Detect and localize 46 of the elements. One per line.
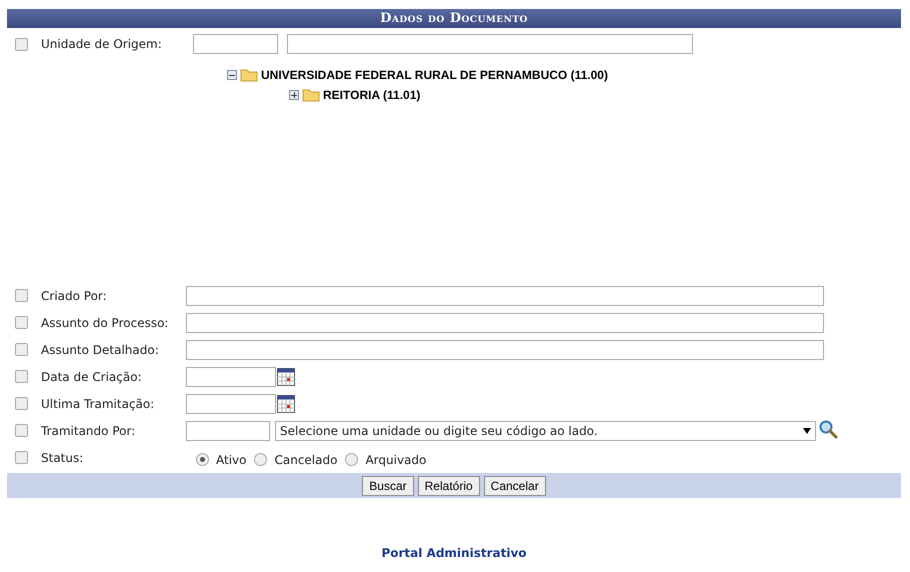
input-field[interactable] xyxy=(186,312,824,332)
field-label: Assunto Detalhado: xyxy=(41,342,160,358)
input-field[interactable] xyxy=(193,34,278,54)
tree-item[interactable]: REITORIA (11.01) xyxy=(323,86,420,104)
radio-label: Ativo xyxy=(216,452,246,468)
field-label: Status: xyxy=(41,450,84,466)
field-label: Criado Por: xyxy=(41,288,108,304)
input-field[interactable] xyxy=(287,34,693,54)
expand-icon[interactable] xyxy=(289,90,299,100)
checkbox[interactable] xyxy=(15,289,28,302)
form-button[interactable]: Cancelar xyxy=(484,476,546,496)
folder-icon xyxy=(302,88,320,102)
input-field[interactable] xyxy=(186,286,824,306)
field-label: Tramitando Por: xyxy=(41,422,136,440)
radio-button[interactable] xyxy=(196,453,209,466)
radio-label: Arquivado xyxy=(365,452,426,468)
checkbox[interactable] xyxy=(15,397,28,410)
search-icon[interactable] xyxy=(818,418,838,438)
unit-select[interactable]: Selecione uma unidade ou digite seu código ao lado. xyxy=(275,420,816,440)
checkbox[interactable] xyxy=(15,343,28,356)
field-label: Assunto do Processo: xyxy=(41,314,170,332)
field-label: Unidade de Origem: xyxy=(41,36,163,53)
dropdown-arrow-icon xyxy=(803,428,811,434)
date-field[interactable] xyxy=(186,366,276,386)
checkbox[interactable] xyxy=(15,38,28,50)
checkbox[interactable] xyxy=(15,451,28,464)
collapse-icon[interactable] xyxy=(227,70,237,80)
radio-button[interactable] xyxy=(345,453,358,466)
tree-item[interactable]: UNIVERSIDADE FEDERAL RURAL DE PERNAMBUCO (11.00) xyxy=(261,66,608,84)
input-field[interactable] xyxy=(186,420,270,440)
panel-title: Dados do Documento xyxy=(380,10,528,28)
date-field[interactable] xyxy=(186,394,276,414)
checkbox[interactable] xyxy=(15,424,28,437)
footer-link[interactable]: Portal Administrativo xyxy=(381,544,527,562)
folder-icon xyxy=(240,68,258,82)
calendar-icon[interactable] xyxy=(277,368,295,386)
form-button[interactable]: Buscar xyxy=(362,476,414,496)
form-button[interactable]: Relatório xyxy=(418,476,480,496)
checkbox[interactable] xyxy=(15,370,28,383)
input-field[interactable] xyxy=(186,340,824,360)
field-label: Ultima Tramitação: xyxy=(41,396,156,412)
radio-label: Cancelado xyxy=(274,452,338,468)
field-label: Data de Criação: xyxy=(41,368,143,386)
calendar-icon[interactable] xyxy=(277,394,295,412)
checkbox[interactable] xyxy=(15,316,28,329)
radio-button[interactable] xyxy=(254,453,268,466)
